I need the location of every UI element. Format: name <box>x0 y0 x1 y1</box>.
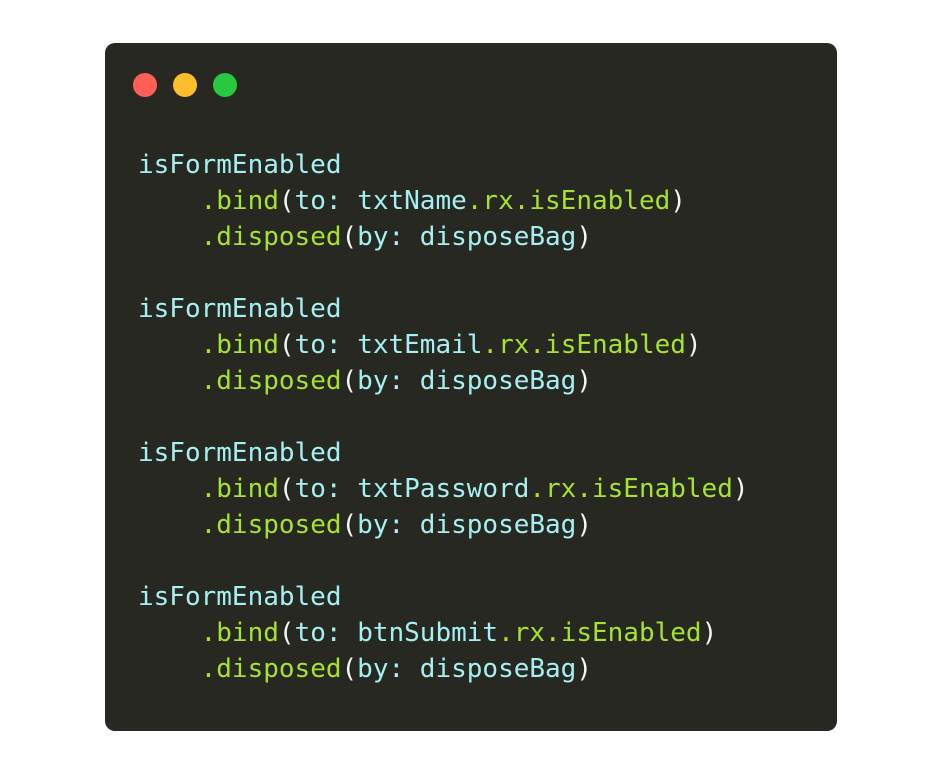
open-paren: ( <box>341 510 358 540</box>
open-paren: ( <box>278 474 295 504</box>
bind-target: txtPassword <box>357 474 530 504</box>
argument-label: to: <box>294 618 342 648</box>
close-paren: ) <box>701 618 718 648</box>
bind-target: btnSubmit <box>357 618 499 648</box>
dispose-bag: disposeBag <box>419 654 577 684</box>
close-paren: ) <box>576 222 592 252</box>
bind-method: .bind <box>200 618 279 648</box>
bind-method: .bind <box>200 474 279 504</box>
code-line-disposed: .disposed(by: disposeBag) <box>138 219 749 255</box>
code-line-disposed: .disposed(by: disposeBag) <box>138 651 749 687</box>
code-line-subject: isFormEnabled <box>138 147 749 183</box>
code-line-subject: isFormEnabled <box>138 579 749 615</box>
close-paren: ) <box>670 186 686 216</box>
bind-method: .bind <box>200 330 279 360</box>
argument-label: by: <box>357 366 405 396</box>
code-block: isFormEnabled .bind(to: txtName.rx.isEna… <box>138 147 749 687</box>
bind-property: .rx.isEnabled <box>482 330 686 360</box>
disposed-method: .disposed <box>200 510 342 540</box>
bind-property: .rx.isEnabled <box>466 186 671 216</box>
subject-identifier: isFormEnabled <box>138 150 342 180</box>
code-line-disposed: .disposed(by: disposeBag) <box>138 507 749 543</box>
close-paren: ) <box>576 654 592 684</box>
window-controls <box>133 73 237 97</box>
argument-label: to: <box>294 186 342 216</box>
close-paren: ) <box>576 510 592 540</box>
argument-label: by: <box>357 654 405 684</box>
close-paren: ) <box>732 474 749 504</box>
bind-property: .rx.isEnabled <box>529 474 733 504</box>
disposed-method: .disposed <box>200 222 342 252</box>
argument-label: by: <box>357 510 405 540</box>
open-paren: ( <box>278 330 295 360</box>
code-line-disposed: .disposed(by: disposeBag) <box>138 363 749 399</box>
bind-target: txtEmail <box>357 330 483 360</box>
subject-identifier: isFormEnabled <box>138 438 342 468</box>
code-line-subject: isFormEnabled <box>138 435 749 471</box>
bind-target: txtName <box>357 186 467 216</box>
code-line-subject: isFormEnabled <box>138 291 749 327</box>
open-paren: ( <box>341 366 358 396</box>
maximize-button[interactable] <box>213 73 237 97</box>
code-window: isFormEnabled .bind(to: txtName.rx.isEna… <box>105 43 837 731</box>
subject-identifier: isFormEnabled <box>138 582 342 612</box>
argument-label: by: <box>357 222 405 252</box>
bind-property: .rx.isEnabled <box>498 618 702 648</box>
disposed-method: .disposed <box>200 654 342 684</box>
dispose-bag: disposeBag <box>419 510 577 540</box>
open-paren: ( <box>341 654 358 684</box>
close-paren: ) <box>576 366 592 396</box>
dispose-bag: disposeBag <box>419 222 577 252</box>
open-paren: ( <box>278 186 295 216</box>
code-line-bind: .bind(to: btnSubmit.rx.isEnabled) <box>138 615 749 651</box>
close-button[interactable] <box>133 73 157 97</box>
disposed-method: .disposed <box>200 366 342 396</box>
open-paren: ( <box>341 222 358 252</box>
bind-method: .bind <box>200 186 279 216</box>
code-line-bind: .bind(to: txtEmail.rx.isEnabled) <box>138 327 749 363</box>
argument-label: to: <box>294 474 342 504</box>
code-line-bind: .bind(to: txtName.rx.isEnabled) <box>138 183 749 219</box>
code-line-bind: .bind(to: txtPassword.rx.isEnabled) <box>138 471 749 507</box>
open-paren: ( <box>278 618 295 648</box>
subject-identifier: isFormEnabled <box>138 294 342 324</box>
close-paren: ) <box>685 330 702 360</box>
dispose-bag: disposeBag <box>419 366 577 396</box>
minimize-button[interactable] <box>173 73 197 97</box>
argument-label: to: <box>294 330 342 360</box>
